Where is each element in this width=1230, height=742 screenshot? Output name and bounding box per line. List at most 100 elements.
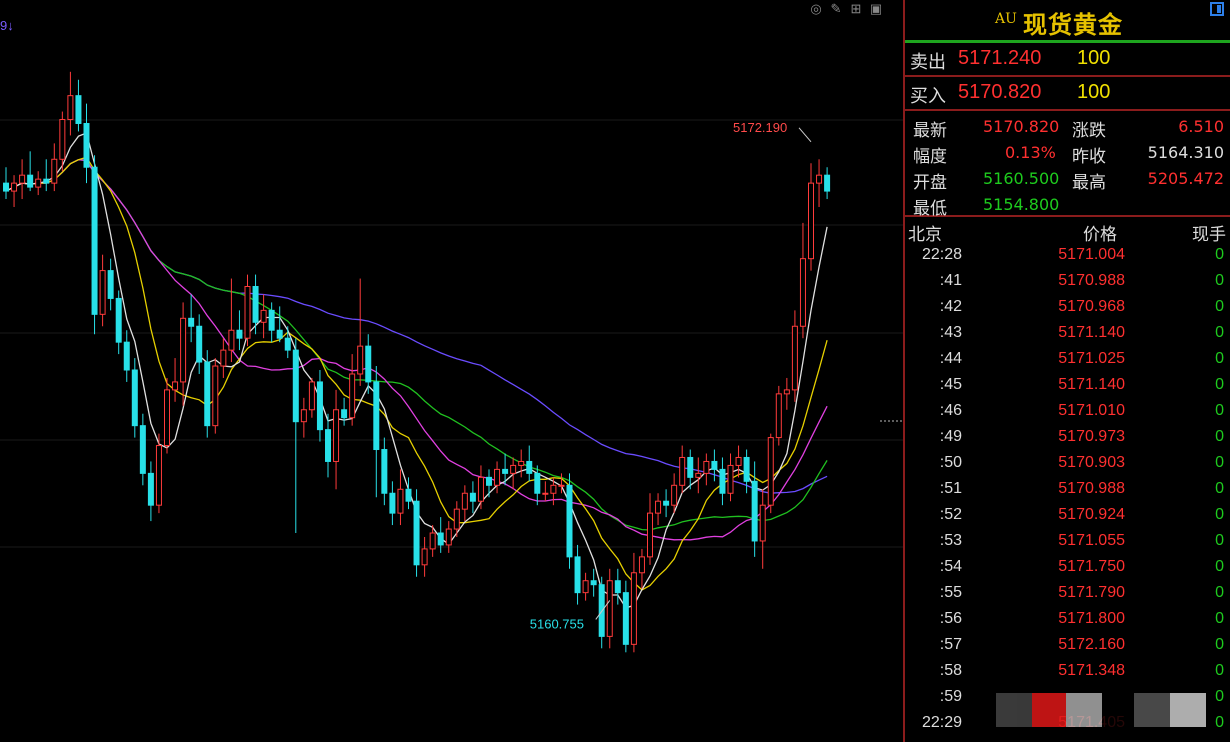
candle-body [421,548,428,566]
tick-row: :46 5171.010 0 [905,399,1230,425]
candle-body [373,381,380,451]
tick-price: 5170.903 [1058,454,1125,471]
candle-body [115,297,122,343]
candle-body [824,174,831,192]
candle-body [477,476,484,502]
window-toggle-icon[interactable] [1210,2,1224,16]
candle-body [799,258,806,327]
prev-close-value: 5164.310 [1147,143,1224,162]
tick-price: 5170.988 [1058,272,1125,289]
candle-body [590,580,597,586]
candle-body [566,484,573,558]
tick-time: :57 [939,636,962,653]
tick-volume: 0 [1215,324,1224,341]
candle-body [727,464,734,494]
tick-row: :55 5171.790 0 [905,581,1230,607]
tick-volume: 0 [1215,376,1224,393]
tick-price: 5171.010 [1058,402,1125,419]
candle-body [19,174,26,184]
candle-body [671,484,678,506]
tick-price: 5171.348 [1058,662,1125,679]
candle-body [808,182,814,260]
candle-body [180,317,187,383]
ticks-time-header: 北京 [908,225,942,245]
candle-body [268,309,275,331]
candlestick-chart[interactable]: 9↓ ◎ ✎ ⊞ ▣ 5172.190 5160.755 [0,0,903,742]
candle-body [783,389,790,395]
tick-price: 5171.004 [1058,246,1125,263]
stats-grid: 最新 5170.820 涨跌 6.510 幅度 0.13% 昨收 5164.31… [905,111,1230,219]
candle-body [300,409,307,423]
candle-body [518,460,525,466]
tick-time: :54 [939,558,962,575]
candle-body [461,492,468,510]
open-value: 5160.500 [983,169,1060,188]
symbol-tag: AU [995,11,1017,27]
candle-body [550,484,557,494]
tick-price: 5170.988 [1058,480,1125,497]
tick-time: :44 [939,350,962,367]
candle-body [365,345,372,383]
candle-body [99,270,106,315]
candle-body [107,270,114,299]
candle-body [35,178,42,188]
tick-time: 22:29 [921,714,962,731]
tick-volume: 0 [1215,688,1224,705]
candle-body [284,337,291,351]
sell-label: 卖出 [910,52,946,73]
low-label: 最低 [913,199,947,219]
tick-time: :45 [939,376,962,393]
candle-body [735,456,742,466]
tick-price: 5171.750 [1058,558,1125,575]
tick-time: :59 [939,688,962,705]
ticks-list[interactable]: 22:28 5171.004 0:41 5170.988 0:42 5170.968 0:4… [905,243,1230,737]
buy-price: 5170.820 [958,81,1042,103]
tick-time: :46 [939,402,962,419]
candle-body [308,381,315,411]
candle-body [212,365,219,427]
candle-body [260,309,267,323]
tick-price: 5170.968 [1058,298,1125,315]
candle-body [534,472,541,494]
tick-volume: 0 [1215,636,1224,653]
candle-body [775,393,782,439]
candle-body [123,341,130,371]
tick-volume: 0 [1215,402,1224,419]
candle-body [791,325,798,391]
candle-body [816,174,823,184]
buy-volume: 100 [1077,81,1111,103]
tick-price: 5170.973 [1058,428,1125,445]
candle-body [75,95,82,124]
candle-body [502,468,509,474]
tick-volume: 0 [1215,714,1224,731]
candle-body [188,317,195,327]
tick-row: :42 5170.968 0 [905,295,1230,321]
tick-row: :58 5171.348 0 [905,659,1230,685]
annotation-pointer [798,127,812,143]
tick-row: :51 5170.988 0 [905,477,1230,503]
candle-body [228,329,235,351]
ticks-volume-header: 现手 [1192,225,1226,245]
latest-label: 最新 [913,121,947,141]
tick-volume: 0 [1215,298,1224,315]
candle-body [711,460,718,470]
tick-row: :57 5172.160 0 [905,633,1230,659]
candle-body [574,556,581,594]
prev-close-label: 昨收 [1072,147,1106,167]
candle-body [131,369,138,427]
tick-volume: 0 [1215,454,1224,471]
tick-row: :50 5170.903 0 [905,451,1230,477]
tick-row: 22:28 5171.004 0 [905,243,1230,269]
tick-time: 22:28 [921,246,962,263]
sell-volume: 100 [1077,47,1111,69]
tick-volume: 0 [1215,506,1224,523]
candle-body [316,381,323,431]
tick-row: :53 5171.055 0 [905,529,1230,555]
candle-body [236,329,243,339]
candle-body [91,166,98,315]
candle-body [244,286,251,339]
tick-row: :41 5170.988 0 [905,269,1230,295]
candle-body [606,580,613,637]
tick-time: :53 [939,532,962,549]
candle-body [139,425,146,474]
